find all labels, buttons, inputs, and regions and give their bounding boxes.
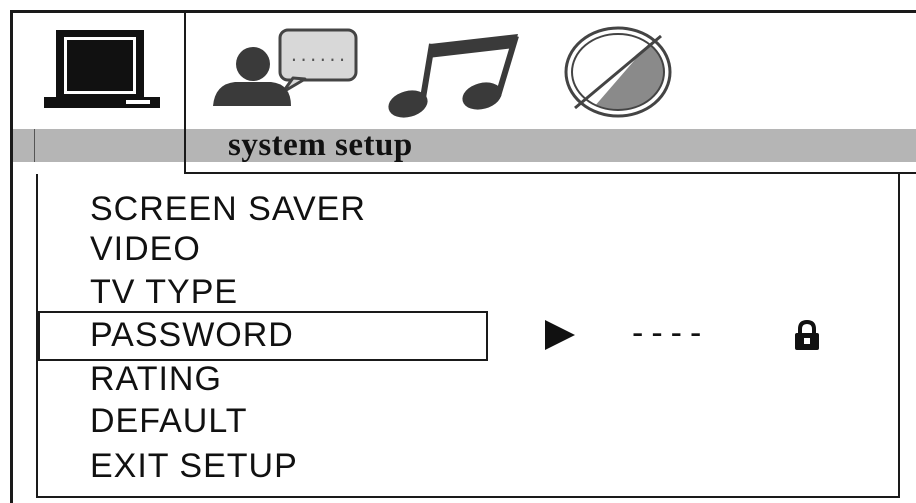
menu-item-rating[interactable]: RATING [90, 359, 222, 399]
tab-audio[interactable] [378, 22, 528, 122]
menu-item-screen-saver[interactable]: SCREEN SAVER [90, 189, 366, 229]
person-speech-bubble-icon: ...... [213, 28, 358, 106]
svg-text:......: ...... [289, 46, 347, 65]
right-triangle-icon [545, 320, 575, 350]
menu-item-video[interactable]: VIDEO [90, 229, 201, 269]
menu-item-exit-setup[interactable]: EXIT SETUP [90, 446, 298, 486]
title-left-border [184, 128, 186, 174]
half-circle-contrast-icon [564, 26, 672, 118]
page-title: system setup [228, 127, 413, 163]
menu-item-tv-type[interactable]: TV TYPE [90, 272, 238, 312]
tab-system[interactable] [34, 13, 186, 129]
lock-icon [795, 319, 819, 350]
menu-item-default[interactable]: DEFAULT [90, 401, 248, 441]
title-band [13, 129, 916, 162]
tab-video[interactable] [555, 22, 685, 122]
password-field[interactable]: ---- [632, 313, 709, 353]
menu-item-password[interactable]: PASSWORD [90, 315, 294, 355]
music-note-icon [388, 34, 519, 118]
tab-language[interactable]: ...... [205, 22, 365, 122]
title-band-divider [34, 129, 35, 162]
tv-monitor-icon [44, 30, 160, 108]
